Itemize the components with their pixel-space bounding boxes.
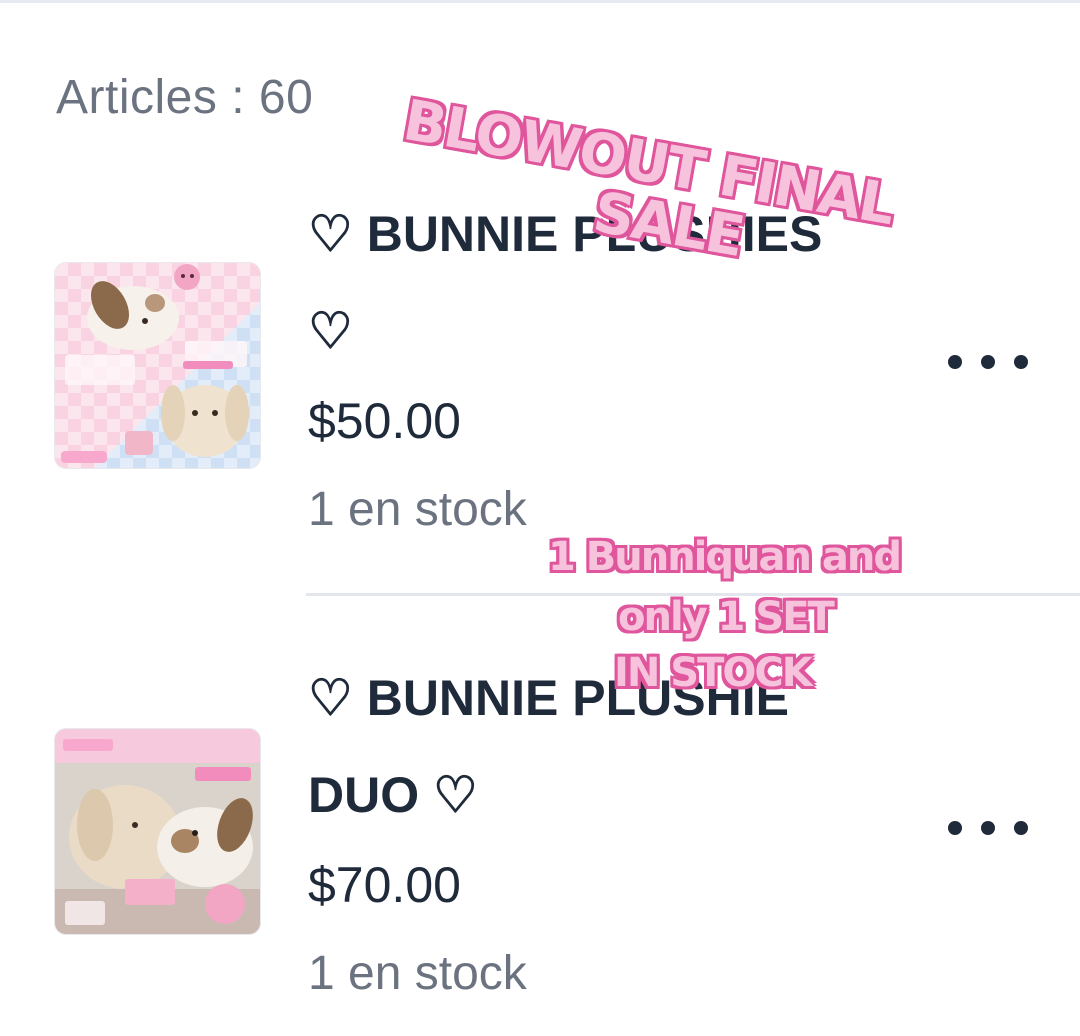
more-horizontal-icon bbox=[948, 821, 962, 835]
product-title[interactable]: ♡ BUNNIE PLUSHIES ♡ bbox=[308, 186, 868, 380]
more-horizontal-icon bbox=[948, 355, 962, 369]
product-title[interactable]: ♡ BUNNIE PLUSHIE DUO ♡ bbox=[308, 650, 868, 844]
list-divider bbox=[306, 593, 1080, 596]
more-horizontal-icon bbox=[981, 821, 995, 835]
plush-bunny-duo-image bbox=[55, 729, 260, 934]
plush-bunny-image bbox=[55, 263, 260, 468]
product-stock: 1 en stock bbox=[308, 947, 527, 1000]
more-horizontal-icon bbox=[1014, 355, 1028, 369]
more-options-button[interactable] bbox=[948, 342, 1028, 382]
product-stock: 1 en stock bbox=[308, 483, 527, 536]
more-horizontal-icon bbox=[1014, 821, 1028, 835]
stock-note-line2: only 1 SET bbox=[618, 594, 835, 640]
more-options-button[interactable] bbox=[948, 808, 1028, 848]
more-horizontal-icon bbox=[981, 355, 995, 369]
stock-note-line1: 1 Bunniquan and bbox=[548, 534, 902, 580]
article-count: Articles : 60 bbox=[56, 71, 314, 124]
product-thumbnail[interactable] bbox=[54, 262, 261, 469]
top-divider bbox=[0, 0, 1080, 3]
product-price: $50.00 bbox=[308, 393, 461, 449]
product-price: $70.00 bbox=[308, 857, 461, 913]
product-thumbnail[interactable] bbox=[54, 728, 261, 935]
